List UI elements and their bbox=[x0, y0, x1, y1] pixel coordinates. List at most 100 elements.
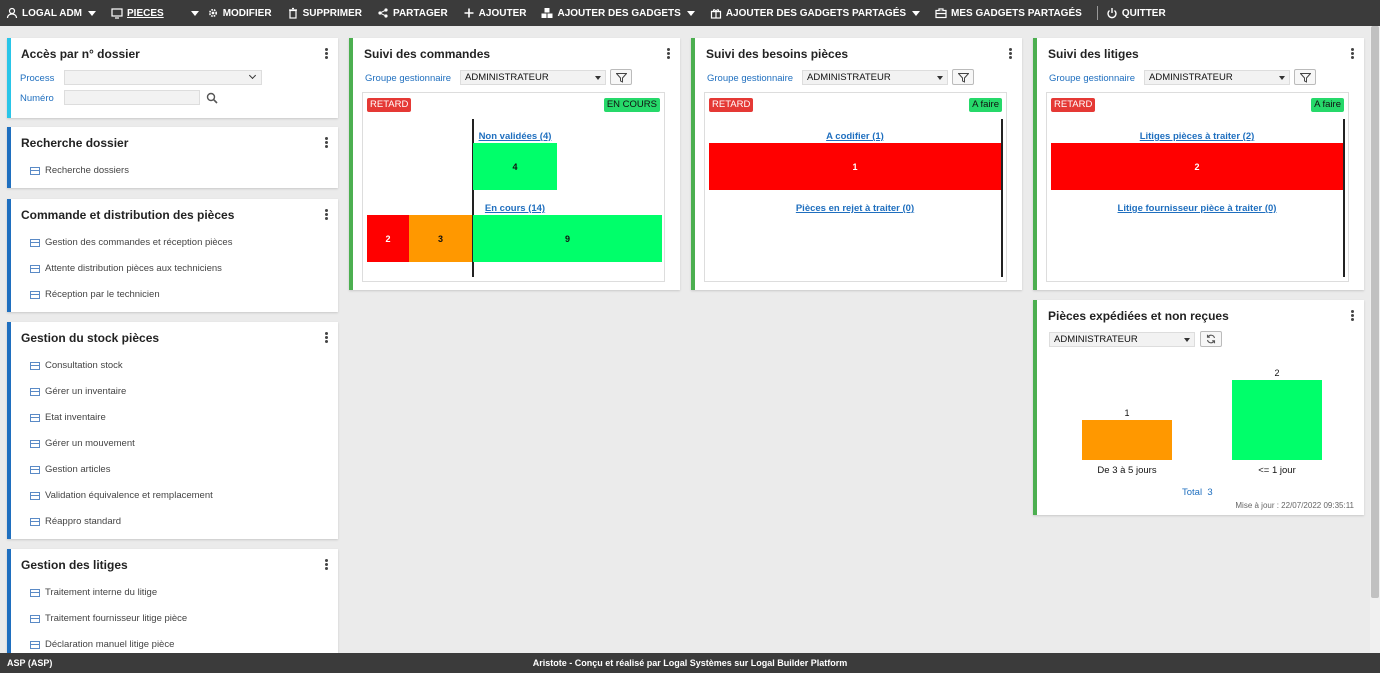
kebab-menu-icon[interactable] bbox=[667, 48, 670, 59]
list-icon bbox=[30, 640, 40, 649]
litiges-chart: RETARD A faire Litiges pièces à traiter … bbox=[1046, 92, 1349, 282]
menu-link-label: Gérer un inventaire bbox=[45, 386, 127, 397]
chevron-down-icon bbox=[937, 76, 943, 80]
add-button[interactable]: AJOUTER bbox=[463, 7, 526, 19]
widget-title: Suivi des commandes bbox=[364, 47, 491, 61]
menu-link-label: Déclaration manuel litige pièce bbox=[45, 639, 175, 650]
menu-link-reception-technicien[interactable]: Réception par le technicien bbox=[30, 289, 160, 300]
module-menu[interactable]: PIECES bbox=[111, 7, 164, 19]
pieces-expediees-widget: Pièces expédiées et non reçues ADMINISTR… bbox=[1033, 300, 1364, 515]
axis-divider bbox=[1001, 119, 1003, 277]
tag-a-faire: A faire bbox=[1311, 98, 1344, 112]
kebab-menu-icon[interactable] bbox=[1009, 48, 1012, 59]
menu-link-declaration-manuel[interactable]: Déclaration manuel litige pièce bbox=[30, 639, 174, 650]
bar-litiges-pieces-retard[interactable]: 2 bbox=[1051, 143, 1343, 190]
menu-link-gestion-commandes[interactable]: Gestion des commandes et réception pièce… bbox=[30, 237, 232, 248]
link-pieces-rejet[interactable]: Pièces en rejet à traiter (0) bbox=[709, 203, 1001, 214]
user-menu[interactable]: LOGAL ADM bbox=[6, 7, 96, 19]
group-select[interactable]: ADMINISTRATEUR bbox=[1049, 332, 1195, 347]
link-non-validees[interactable]: Non validées (4) bbox=[473, 131, 557, 142]
filter-icon bbox=[1300, 73, 1311, 83]
user-label: LOGAL ADM bbox=[22, 7, 82, 19]
commande-distribution-panel: Commande et distribution des pièces Gest… bbox=[7, 199, 338, 312]
filter-button[interactable] bbox=[610, 69, 632, 85]
bar-en-cours-en-cours[interactable]: 9 bbox=[473, 215, 662, 262]
group-select[interactable]: ADMINISTRATEUR bbox=[460, 70, 606, 85]
group-select[interactable]: ADMINISTRATEUR bbox=[802, 70, 948, 85]
add-shared-gadgets-button[interactable]: AJOUTER DES GADGETS PARTAGÉS bbox=[710, 7, 921, 19]
share-icon bbox=[377, 7, 389, 19]
menu-link-consultation-stock[interactable]: Consultation stock bbox=[30, 360, 123, 371]
menu-link-validation-equivalence[interactable]: Validation équivalence et remplacement bbox=[30, 490, 213, 501]
chevron-down-icon bbox=[595, 76, 601, 80]
menu-link-etat-inventaire[interactable]: Etat inventaire bbox=[30, 412, 106, 423]
filter-button[interactable] bbox=[952, 69, 974, 85]
quit-button[interactable]: QUITTER bbox=[1106, 7, 1166, 19]
module-dropdown[interactable] bbox=[179, 10, 199, 16]
menu-link-gerer-mouvement[interactable]: Gérer un mouvement bbox=[30, 438, 135, 449]
list-icon bbox=[30, 614, 40, 623]
kebab-menu-icon[interactable] bbox=[1351, 48, 1354, 59]
link-litige-fournisseur[interactable]: Litige fournisseur pièce à traiter (0) bbox=[1051, 203, 1343, 214]
besoins-chart: RETARD A faire A codifier (1) 1 Pièces e… bbox=[704, 92, 1007, 282]
total-link[interactable]: Total 3 bbox=[1182, 487, 1213, 498]
list-icon bbox=[30, 264, 40, 273]
link-a-codifier[interactable]: A codifier (1) bbox=[709, 131, 1001, 142]
edit-button[interactable]: MODIFIER bbox=[207, 7, 272, 19]
group-value: ADMINISTRATEUR bbox=[1054, 334, 1138, 345]
list-icon bbox=[30, 238, 40, 247]
bar-moins-1-jour[interactable] bbox=[1232, 380, 1322, 460]
search-icon[interactable] bbox=[206, 92, 218, 107]
user-icon bbox=[6, 7, 18, 19]
menu-link-gerer-inventaire[interactable]: Gérer un inventaire bbox=[30, 386, 126, 397]
menu-link-traitement-interne[interactable]: Traitement interne du litige bbox=[30, 587, 157, 598]
bar-en-cours-retard-2[interactable]: 3 bbox=[409, 215, 472, 262]
total-label: Total bbox=[1182, 487, 1203, 498]
bar-non-validees-en-cours[interactable]: 4 bbox=[473, 143, 557, 190]
module-label: PIECES bbox=[127, 7, 164, 19]
bar-en-cours-retard-1[interactable]: 2 bbox=[367, 215, 409, 262]
kebab-menu-icon[interactable] bbox=[325, 332, 328, 343]
bar-a-codifier-retard[interactable]: 1 bbox=[709, 143, 1001, 190]
menu-link-traitement-fournisseur[interactable]: Traitement fournisseur litige pièce bbox=[30, 613, 187, 624]
group-select[interactable]: ADMINISTRATEUR bbox=[1144, 70, 1290, 85]
suivi-commandes-widget: Suivi des commandes Groupe gestionnaire … bbox=[349, 38, 680, 290]
category-label: <= 1 jour bbox=[1258, 465, 1296, 476]
filter-icon bbox=[958, 73, 969, 83]
group-label: Groupe gestionnaire bbox=[1049, 73, 1136, 84]
scrollbar-thumb[interactable] bbox=[1371, 26, 1379, 598]
share-button[interactable]: PARTAGER bbox=[377, 7, 448, 19]
numero-input[interactable] bbox=[64, 90, 200, 105]
add-gadgets-button[interactable]: AJOUTER DES GADGETS bbox=[541, 7, 695, 19]
menu-link-label: Gestion articles bbox=[45, 464, 111, 475]
panel-title: Commande et distribution des pièces bbox=[21, 208, 235, 222]
bar-de-3-a-5-jours[interactable] bbox=[1082, 420, 1172, 460]
kebab-menu-icon[interactable] bbox=[325, 209, 328, 220]
tag-retard: RETARD bbox=[709, 98, 754, 112]
kebab-menu-icon[interactable] bbox=[325, 48, 328, 59]
chevron-down-icon bbox=[1184, 338, 1190, 342]
axis-divider bbox=[1343, 119, 1345, 277]
menu-link-label: Validation équivalence et remplacement bbox=[45, 490, 213, 501]
process-select[interactable] bbox=[64, 70, 262, 85]
menu-link-recherche-dossiers[interactable]: Recherche dossiers bbox=[30, 165, 129, 176]
menu-link-attente-distribution[interactable]: Attente distribution pièces aux technici… bbox=[30, 263, 222, 274]
my-shared-gadgets-button[interactable]: MES GADGETS PARTAGÉS bbox=[935, 7, 1082, 19]
kebab-menu-icon[interactable] bbox=[1351, 310, 1354, 321]
group-value: ADMINISTRATEUR bbox=[807, 72, 891, 83]
chevron-down-icon bbox=[190, 10, 199, 16]
filter-button[interactable] bbox=[1294, 69, 1316, 85]
link-en-cours[interactable]: En cours (14) bbox=[473, 203, 557, 214]
delete-button[interactable]: SUPPRIMER bbox=[287, 7, 362, 19]
refresh-button[interactable] bbox=[1200, 331, 1222, 347]
vertical-scrollbar[interactable] bbox=[1370, 26, 1380, 653]
list-icon bbox=[30, 517, 40, 526]
menu-link-reappro-standard[interactable]: Réappro standard bbox=[30, 516, 121, 527]
link-litiges-pieces[interactable]: Litiges pièces à traiter (2) bbox=[1051, 131, 1343, 142]
category-label: De 3 à 5 jours bbox=[1097, 465, 1157, 476]
menu-link-gestion-articles[interactable]: Gestion articles bbox=[30, 464, 110, 475]
kebab-menu-icon[interactable] bbox=[325, 137, 328, 148]
kebab-menu-icon[interactable] bbox=[325, 559, 328, 570]
group-value: ADMINISTRATEUR bbox=[465, 72, 549, 83]
last-updated: Mise à jour : 22/07/2022 09:35:11 bbox=[1235, 501, 1354, 510]
